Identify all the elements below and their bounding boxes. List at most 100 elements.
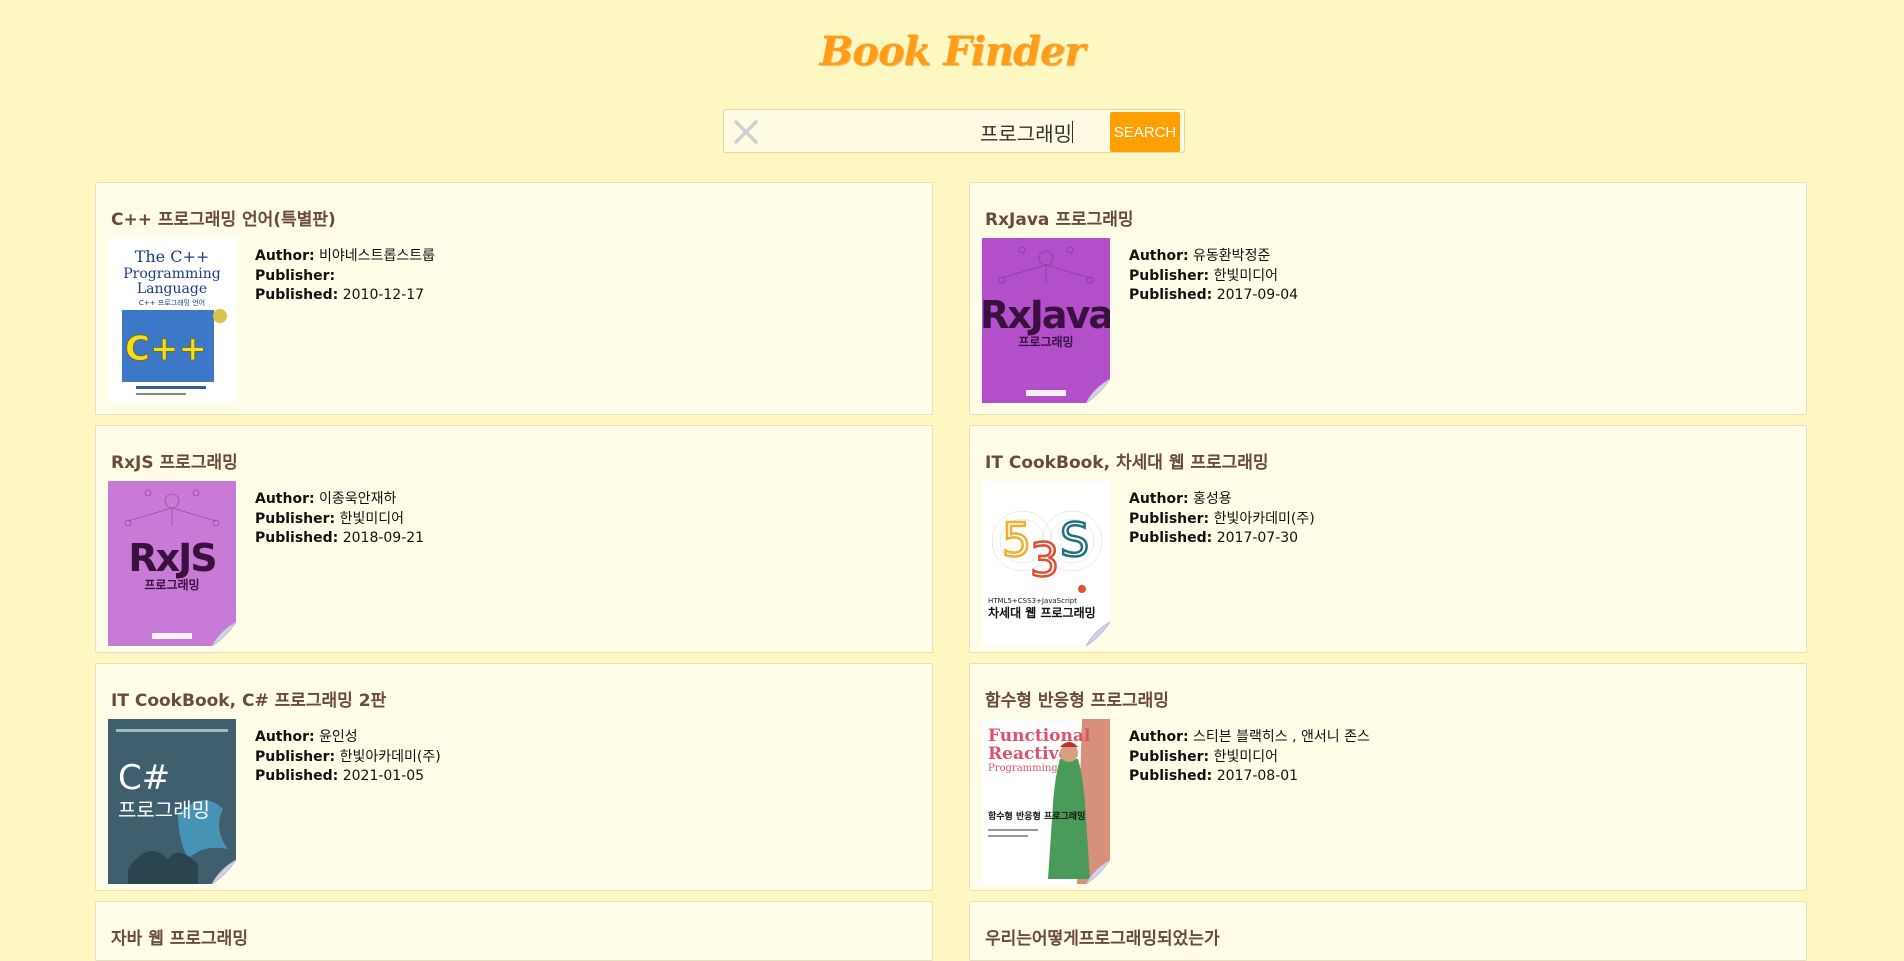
book-meta: Author: 비야네스트롭스트룹 Publisher: Published: 2… bbox=[255, 247, 435, 306]
svg-text:프로그래밍: 프로그래밍 bbox=[144, 577, 199, 592]
close-icon[interactable] bbox=[730, 116, 762, 148]
published-label: Published: bbox=[255, 287, 339, 303]
book-meta: Author: 윤인성 Publisher: 한빛아카데미(주) Published… bbox=[255, 728, 441, 787]
author-label: Author: bbox=[255, 491, 315, 507]
text-caret bbox=[1072, 121, 1073, 143]
book-card[interactable]: C++ 프로그래밍 언어(특별판) The C++ Programming Langu… bbox=[95, 182, 933, 415]
publisher-row: Publisher: 한빛미디어 bbox=[1129, 748, 1370, 768]
published-row: Published: 2017-07-30 bbox=[1129, 529, 1315, 549]
book-title[interactable]: 함수형 반응형 프로그래밍 bbox=[985, 686, 1169, 711]
author-value: 홍성용 bbox=[1193, 491, 1232, 507]
svg-text:S: S bbox=[1060, 513, 1089, 567]
publisher-value: 한빛미디어 bbox=[339, 510, 405, 527]
svg-text:Programming: Programming bbox=[123, 266, 221, 282]
publisher-row: Publisher: 한빛미디어 bbox=[255, 510, 424, 530]
publisher-label: Publisher: bbox=[1129, 748, 1210, 765]
svg-text:함수형 반응형 프로그래밍: 함수형 반응형 프로그래밍 bbox=[988, 810, 1085, 822]
book-cover-image[interactable]: RxJS 프로그래밍 bbox=[108, 481, 236, 646]
svg-text:RxJava: RxJava bbox=[982, 293, 1110, 337]
published-row: Published: 2021-01-05 bbox=[255, 767, 441, 787]
published-label: Published: bbox=[1129, 768, 1213, 784]
author-value: 비야네스트롭스트룹 bbox=[319, 248, 435, 264]
published-value: 2017-09-04 bbox=[1216, 287, 1299, 303]
author-value: 이종욱안재하 bbox=[319, 491, 397, 507]
author-value: 윤인성 bbox=[319, 729, 358, 745]
author-row: Author: 이종욱안재하 bbox=[255, 490, 424, 510]
svg-text:C++ 프로그래밍 언어: C++ 프로그래밍 언어 bbox=[139, 298, 205, 307]
published-value: 2010-12-17 bbox=[342, 287, 425, 303]
published-value: 2017-07-30 bbox=[1216, 530, 1299, 546]
published-label: Published: bbox=[255, 530, 339, 546]
book-cover-image[interactable]: RxJava 프로그래밍 bbox=[982, 238, 1110, 403]
author-row: Author: 비야네스트롭스트룹 bbox=[255, 247, 435, 267]
book-card[interactable]: 자바 웹 프로그래밍 bbox=[95, 901, 933, 961]
publisher-row: Publisher: 한빛아카데미(주) bbox=[1129, 510, 1315, 530]
publisher-row: Publisher: 한빛미디어 bbox=[1129, 267, 1298, 287]
svg-text:Language: Language bbox=[137, 281, 207, 297]
author-row: Author: 스티븐 블랙히스 , 앤서니 존스 bbox=[1129, 728, 1370, 748]
author-label: Author: bbox=[1129, 729, 1189, 745]
book-title[interactable]: C++ 프로그래밍 언어(특별판) bbox=[111, 205, 336, 230]
publisher-row: Publisher: bbox=[255, 267, 435, 287]
published-value: 2017-08-01 bbox=[1216, 768, 1299, 784]
book-title[interactable]: RxJS 프로그래밍 bbox=[111, 448, 238, 473]
book-meta: Author: 홍성용 Publisher: 한빛아카데미(주) Published… bbox=[1129, 490, 1315, 549]
author-value: 스티븐 블랙히스 , 앤서니 존스 bbox=[1193, 729, 1370, 745]
publisher-label: Publisher: bbox=[1129, 510, 1210, 527]
published-row: Published: 2017-08-01 bbox=[1129, 767, 1370, 787]
publisher-value: 한빛아카데미(주) bbox=[339, 748, 441, 765]
published-value: 2018-09-21 bbox=[342, 530, 425, 546]
book-card[interactable]: IT CookBook, C# 프로그래밍 2판 C# 프로그래밍 Author: 윤… bbox=[95, 663, 933, 891]
book-meta: Author: 유동환박정준 Publisher: 한빛미디어 Published:… bbox=[1129, 247, 1298, 306]
svg-text:C#: C# bbox=[118, 758, 170, 798]
book-meta: Author: 스티븐 블랙히스 , 앤서니 존스 Publisher: 한빛미디… bbox=[1129, 728, 1370, 787]
publisher-row: Publisher: 한빛아카데미(주) bbox=[255, 748, 441, 768]
author-value: 유동환박정준 bbox=[1193, 248, 1271, 264]
svg-text:HTML5+CSS3+JavaScript: HTML5+CSS3+JavaScript bbox=[988, 597, 1077, 605]
search-button[interactable]: SEARCH bbox=[1110, 112, 1180, 152]
svg-text:3: 3 bbox=[1030, 533, 1059, 587]
author-label: Author: bbox=[1129, 248, 1189, 264]
publisher-label: Publisher: bbox=[255, 748, 336, 765]
book-title[interactable]: RxJava 프로그래밍 bbox=[985, 205, 1134, 230]
svg-text:The C++: The C++ bbox=[135, 247, 210, 266]
svg-text:Functional: Functional bbox=[988, 726, 1091, 746]
book-cover-image[interactable]: 5 3 S HTML5+CSS3+JavaScript 차세대 웹 프로그래밍 bbox=[982, 481, 1110, 646]
book-title[interactable]: IT CookBook, C# 프로그래밍 2판 bbox=[111, 686, 386, 711]
book-cover-image[interactable]: The C++ Programming Language C++ 프로그래밍 언어 C+… bbox=[108, 238, 236, 403]
svg-text:RxJS: RxJS bbox=[128, 536, 215, 580]
book-meta: Author: 이종욱안재하 Publisher: 한빛미디어 Published:… bbox=[255, 490, 424, 549]
book-card[interactable]: IT CookBook, 차세대 웹 프로그래밍 5 3 S HTML5+CSS3+Ja… bbox=[969, 425, 1807, 653]
published-row: Published: 2017-09-04 bbox=[1129, 286, 1298, 306]
publisher-value: 한빛미디어 bbox=[1213, 748, 1279, 765]
page-title: Book Finder bbox=[819, 28, 1086, 75]
book-cover-image[interactable]: Functional Reactive Programming 함수형 반응형 프로그… bbox=[982, 719, 1110, 884]
published-row: Published: 2010-12-17 bbox=[255, 286, 435, 306]
svg-text:C++: C++ bbox=[125, 329, 207, 369]
published-label: Published: bbox=[1129, 530, 1213, 546]
author-row: Author: 윤인성 bbox=[255, 728, 441, 748]
published-value: 2021-01-05 bbox=[342, 768, 425, 784]
publisher-value: 한빛미디어 bbox=[1213, 267, 1279, 284]
author-label: Author: bbox=[1129, 491, 1189, 507]
book-card[interactable]: RxJava 프로그래밍 RxJava 프로그래밍 Author: 유동환박정준 Pub… bbox=[969, 182, 1807, 415]
svg-text:프로그래밍: 프로그래밍 bbox=[118, 798, 210, 822]
book-card[interactable]: RxJS 프로그래밍 RxJS 프로그래밍 Author: 이종욱안재하 Publish… bbox=[95, 425, 933, 653]
author-row: Author: 유동환박정준 bbox=[1129, 247, 1298, 267]
publisher-label: Publisher: bbox=[255, 267, 336, 284]
book-title[interactable]: IT CookBook, 차세대 웹 프로그래밍 bbox=[985, 448, 1269, 473]
author-label: Author: bbox=[255, 248, 315, 264]
author-row: Author: 홍성용 bbox=[1129, 490, 1315, 510]
publisher-value: 한빛아카데미(주) bbox=[1213, 510, 1315, 527]
svg-text:프로그래밍: 프로그래밍 bbox=[1018, 334, 1073, 349]
book-card[interactable]: 함수형 반응형 프로그래밍 Functional Reactive Programmi… bbox=[969, 663, 1807, 891]
svg-text:차세대 웹 프로그래밍: 차세대 웹 프로그래밍 bbox=[988, 605, 1096, 620]
search-bar: SEARCH bbox=[723, 109, 1185, 153]
published-row: Published: 2018-09-21 bbox=[255, 529, 424, 549]
book-card[interactable]: 우리는어떻게프로그래밍되었는가 bbox=[969, 901, 1807, 961]
published-label: Published: bbox=[255, 768, 339, 784]
book-cover-image[interactable]: C# 프로그래밍 bbox=[108, 719, 236, 884]
publisher-label: Publisher: bbox=[255, 510, 336, 527]
search-input[interactable] bbox=[772, 116, 1072, 148]
svg-text:Reactive: Reactive bbox=[988, 744, 1069, 764]
